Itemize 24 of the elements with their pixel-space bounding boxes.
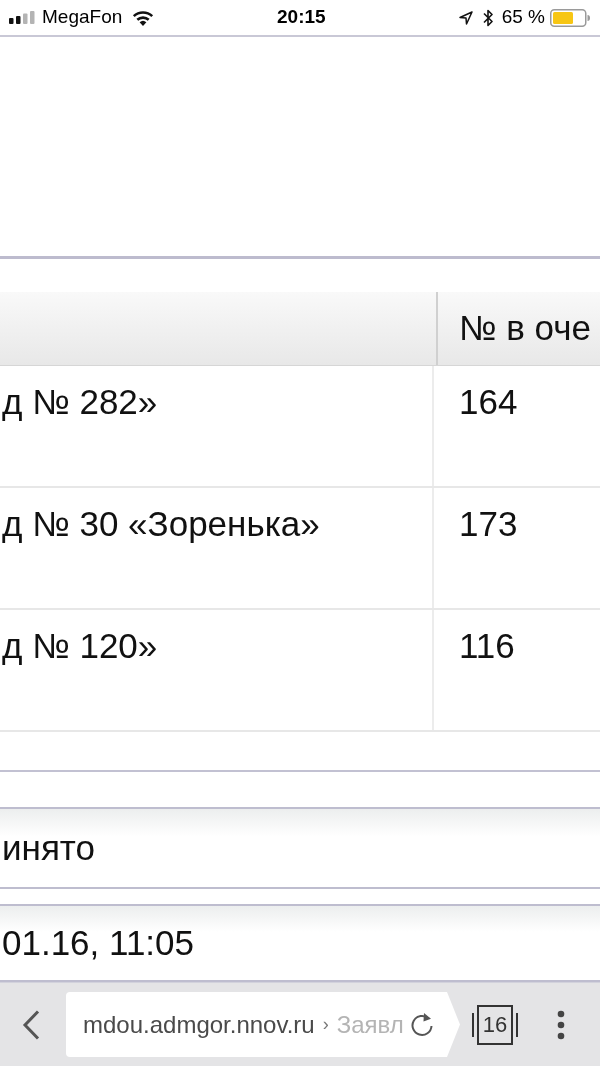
more-icon[interactable] xyxy=(557,1009,565,1040)
carrier-name: MegaFon xyxy=(42,5,123,30)
detail-text: инято xyxy=(2,826,95,869)
table-cell: 116 xyxy=(459,626,515,665)
reload-icon[interactable] xyxy=(410,1012,434,1037)
bluetooth-icon xyxy=(482,8,493,27)
url-separator: › xyxy=(322,1013,329,1036)
column-header: № в оче xyxy=(459,307,591,350)
table-cell: д № 120» xyxy=(2,626,158,665)
wifi-icon xyxy=(132,9,155,26)
clock-time: 20:15 xyxy=(277,5,326,30)
url-path: Заявл xyxy=(336,1009,404,1040)
battery-icon xyxy=(550,8,590,27)
table-cell: д № 30 «Зоренька» xyxy=(2,504,320,543)
battery-percent: 65 % xyxy=(501,5,545,30)
location-arrow-icon xyxy=(458,10,473,25)
address-field[interactable]: mdou.admgor.nnov.ru › Заявл xyxy=(66,992,460,1057)
table-cell: 173 xyxy=(459,504,518,543)
signal-icon xyxy=(9,11,36,24)
url-host: mdou.admgor.nnov.ru xyxy=(83,1009,315,1040)
table-cell: 164 xyxy=(459,382,518,421)
detail-text: 01.16, 11:05 xyxy=(2,921,195,964)
table-cell: д № 282» xyxy=(2,382,158,421)
back-icon[interactable] xyxy=(22,1009,40,1040)
